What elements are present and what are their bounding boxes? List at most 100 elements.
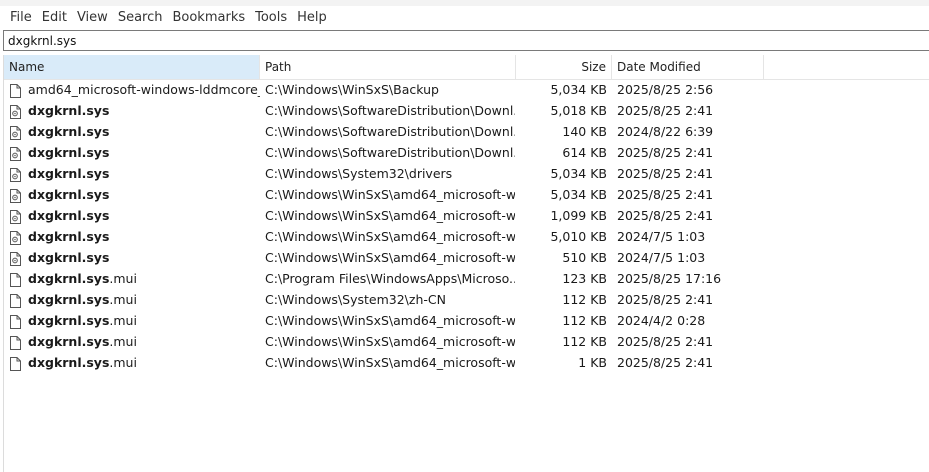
cell-date-modified: 2024/7/5 1:03 — [617, 250, 706, 265]
cell-path: C:\Windows\WinSxS\amd64_microsoft-wi... — [265, 334, 515, 349]
file-name-match: dxgkrnl.sys — [28, 208, 110, 223]
table-row[interactable]: dxgkrnl.sys C:\Windows\SoftwareDistributi… — [4, 121, 929, 142]
cell-path: C:\Windows\System32\drivers — [265, 166, 453, 181]
cell-date-modified: 2024/4/2 0:28 — [617, 313, 706, 328]
search-input[interactable] — [4, 31, 929, 50]
table-row[interactable]: dxgkrnl.sys.mui C:\Program Files\WindowsA… — [4, 268, 929, 289]
blank-file-icon — [10, 293, 21, 308]
results-rows: amd64_microsoft-windows-lddmcore_... C:\W… — [4, 79, 929, 373]
menu-view[interactable]: View — [72, 6, 113, 29]
cell-date-modified: 2025/8/25 2:41 — [617, 208, 714, 223]
cell-date-modified: 2024/8/22 6:39 — [617, 124, 714, 139]
file-name-match: dxgkrnl.sys — [28, 355, 110, 370]
cell-name: dxgkrnl.sys.mui — [8, 289, 260, 310]
search-box — [3, 30, 929, 51]
cell-size: 5,034 KB — [550, 187, 607, 202]
cell-path: C:\Windows\WinSxS\amd64_microsoft-wi... — [265, 187, 515, 202]
file-name-rest: .mui — [109, 334, 137, 349]
cell-date-modified: 2025/8/25 2:41 — [617, 187, 714, 202]
cell-date-modified: 2025/8/25 2:41 — [617, 166, 714, 181]
file-name-rest: .mui — [109, 355, 137, 370]
table-row[interactable]: dxgkrnl.sys C:\Windows\WinSxS\amd64_micro… — [4, 247, 929, 268]
cell-date-modified: 2024/7/5 1:03 — [617, 229, 706, 244]
system-file-icon — [10, 209, 21, 224]
cell-name: dxgkrnl.sys — [8, 100, 260, 121]
file-name-rest: .mui — [109, 313, 137, 328]
file-name: dxgkrnl.sys.mui — [28, 352, 137, 373]
cell-path: C:\Windows\System32\zh-CN — [265, 292, 446, 307]
system-file-icon — [10, 104, 21, 119]
table-row[interactable]: dxgkrnl.sys C:\Windows\WinSxS\amd64_micro… — [4, 205, 929, 226]
system-file-icon — [10, 125, 21, 140]
system-file-icon — [10, 146, 21, 161]
file-name: dxgkrnl.sys.mui — [28, 331, 137, 352]
cell-path: C:\Windows\WinSxS\Backup — [265, 82, 439, 97]
cell-date-modified: 2025/8/25 2:41 — [617, 355, 714, 370]
cell-path: C:\Windows\WinSxS\amd64_microsoft-wi... — [265, 208, 515, 223]
blank-file-icon — [10, 83, 21, 98]
cell-date-modified: 2025/8/25 2:41 — [617, 145, 714, 160]
file-name-rest: amd64_microsoft-windows-lddmcore_... — [28, 82, 260, 97]
table-row[interactable]: dxgkrnl.sys C:\Windows\WinSxS\amd64_micro… — [4, 226, 929, 247]
table-row[interactable]: dxgkrnl.sys.mui C:\Windows\WinSxS\amd64_m… — [4, 352, 929, 373]
file-name-match: dxgkrnl.sys — [28, 145, 110, 160]
menu-bookmarks[interactable]: Bookmarks — [167, 6, 250, 29]
table-row[interactable]: dxgkrnl.sys C:\Windows\SoftwareDistributi… — [4, 100, 929, 121]
cell-date-modified: 2025/8/25 2:41 — [617, 334, 714, 349]
menu-tools[interactable]: Tools — [250, 6, 292, 29]
cell-path: C:\Windows\WinSxS\amd64_microsoft-wi... — [265, 313, 515, 328]
file-name-match: dxgkrnl.sys — [28, 334, 110, 349]
cell-name: dxgkrnl.sys.mui — [8, 352, 260, 373]
file-name: dxgkrnl.sys — [28, 184, 109, 205]
file-name-match: dxgkrnl.sys — [28, 229, 110, 244]
cell-size: 112 KB — [562, 292, 607, 307]
system-file-icon — [10, 167, 21, 182]
menu-search[interactable]: Search — [113, 6, 168, 29]
file-name-rest: .mui — [109, 292, 137, 307]
cell-name: dxgkrnl.sys.mui — [8, 331, 260, 352]
cell-name: dxgkrnl.sys — [8, 142, 260, 163]
table-row[interactable]: dxgkrnl.sys.mui C:\Windows\WinSxS\amd64_m… — [4, 331, 929, 352]
cell-path: C:\Windows\WinSxS\amd64_microsoft-wi... — [265, 250, 515, 265]
column-header-size[interactable]: Size — [516, 55, 612, 79]
file-name-match: dxgkrnl.sys — [28, 124, 110, 139]
column-header-row: Name Path Size Date Modified — [4, 55, 929, 80]
menu-bar: File Edit View Search Bookmarks Tools He… — [0, 6, 929, 29]
table-row[interactable]: amd64_microsoft-windows-lddmcore_... C:\W… — [4, 79, 929, 100]
menu-file[interactable]: File — [5, 6, 37, 29]
cell-size: 123 KB — [562, 271, 607, 286]
blank-file-icon — [10, 335, 21, 350]
cell-name: dxgkrnl.sys — [8, 184, 260, 205]
table-row[interactable]: dxgkrnl.sys.mui C:\Windows\WinSxS\amd64_m… — [4, 310, 929, 331]
cell-size: 140 KB — [562, 124, 607, 139]
cell-date-modified: 2025/8/25 17:16 — [617, 271, 722, 286]
column-header-date-modified[interactable]: Date Modified — [612, 55, 764, 79]
cell-size: 1,099 KB — [550, 208, 607, 223]
column-header-path[interactable]: Path — [260, 55, 516, 79]
file-name-match: dxgkrnl.sys — [28, 250, 110, 265]
menu-help[interactable]: Help — [292, 6, 332, 29]
menu-edit[interactable]: Edit — [37, 6, 72, 29]
system-file-icon — [10, 188, 21, 203]
cell-name: dxgkrnl.sys — [8, 121, 260, 142]
cell-path: C:\Windows\SoftwareDistribution\Downl... — [265, 124, 515, 139]
cell-path: C:\Windows\WinSxS\amd64_microsoft-wi... — [265, 355, 515, 370]
blank-file-icon — [10, 314, 21, 329]
table-row[interactable]: dxgkrnl.sys C:\Windows\WinSxS\amd64_micro… — [4, 184, 929, 205]
table-row[interactable]: dxgkrnl.sys.mui C:\Windows\System32\zh-CN… — [4, 289, 929, 310]
table-row[interactable]: dxgkrnl.sys C:\Windows\SoftwareDistributi… — [4, 142, 929, 163]
cell-date-modified: 2025/8/25 2:56 — [617, 82, 714, 97]
cell-path: C:\Windows\WinSxS\amd64_microsoft-wi... — [265, 229, 515, 244]
cell-size: 5,034 KB — [550, 82, 607, 97]
cell-size: 5,018 KB — [550, 103, 607, 118]
cell-date-modified: 2025/8/25 2:41 — [617, 103, 714, 118]
column-header-name[interactable]: Name — [4, 55, 260, 79]
table-row[interactable]: dxgkrnl.sys C:\Windows\System32\drivers 5,… — [4, 163, 929, 184]
file-name: dxgkrnl.sys — [28, 205, 109, 226]
cell-size: 510 KB — [562, 250, 607, 265]
cell-size: 5,034 KB — [550, 166, 607, 181]
file-name: dxgkrnl.sys — [28, 121, 109, 142]
cell-date-modified: 2025/8/25 2:41 — [617, 292, 714, 307]
cell-name: dxgkrnl.sys — [8, 226, 260, 247]
cell-name: dxgkrnl.sys — [8, 205, 260, 226]
